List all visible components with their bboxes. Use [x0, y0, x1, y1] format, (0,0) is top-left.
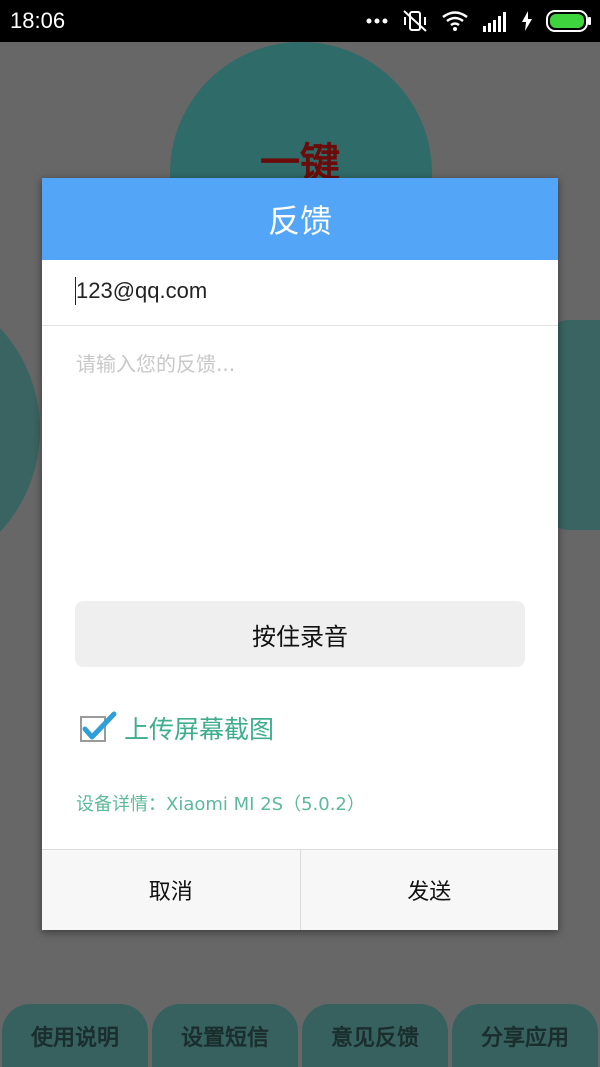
- nav-share-app-button[interactable]: 分享应用: [452, 1004, 598, 1067]
- feedback-dialog: 反馈 123@qq.com 请输入您的反馈... 按住录音 上传屏幕截图 设备详…: [42, 178, 558, 930]
- email-value: 123@qq.com: [76, 278, 208, 303]
- status-bar: 18:06: [0, 0, 600, 42]
- bottom-nav: 使用说明 设置短信 意见反馈 分享应用: [0, 1004, 600, 1067]
- checkbox-checked-icon: [80, 711, 117, 742]
- screen: 一键 使用说明 设置短信 意见反馈 分享应用 18:06 反馈 123@qq.c…: [0, 0, 600, 1067]
- battery-icon: [546, 10, 591, 32]
- nav-feedback-button[interactable]: 意见反馈: [302, 1004, 448, 1067]
- status-time: 18:06: [10, 8, 66, 33]
- device-info: 设备详情：Xiaomi MI 2S（5.0.2）: [76, 794, 365, 815]
- upload-screenshot-checkbox[interactable]: 上传屏幕截图: [78, 711, 274, 745]
- signal-icon: [483, 12, 506, 32]
- email-field[interactable]: 123@qq.com: [42, 260, 558, 326]
- send-button[interactable]: 发送: [301, 850, 559, 930]
- background-circle-left: [0, 280, 40, 580]
- hold-to-record-button[interactable]: 按住录音: [75, 601, 525, 667]
- nav-usage-guide-button[interactable]: 使用说明: [2, 1004, 148, 1067]
- wifi-icon: [442, 11, 468, 31]
- upload-screenshot-label: 上传屏幕截图: [124, 715, 275, 744]
- more-dots-icon: [366, 18, 388, 24]
- vibrate-off-icon: [403, 10, 427, 32]
- charging-icon: [522, 11, 532, 31]
- feedback-input[interactable]: 请输入您的反馈...: [76, 348, 235, 377]
- dialog-footer: 取消 发送: [42, 849, 558, 930]
- status-icons: [366, 8, 592, 34]
- dialog-title: 反馈: [42, 178, 558, 260]
- cancel-button[interactable]: 取消: [42, 850, 300, 930]
- nav-sms-settings-button[interactable]: 设置短信: [152, 1004, 298, 1067]
